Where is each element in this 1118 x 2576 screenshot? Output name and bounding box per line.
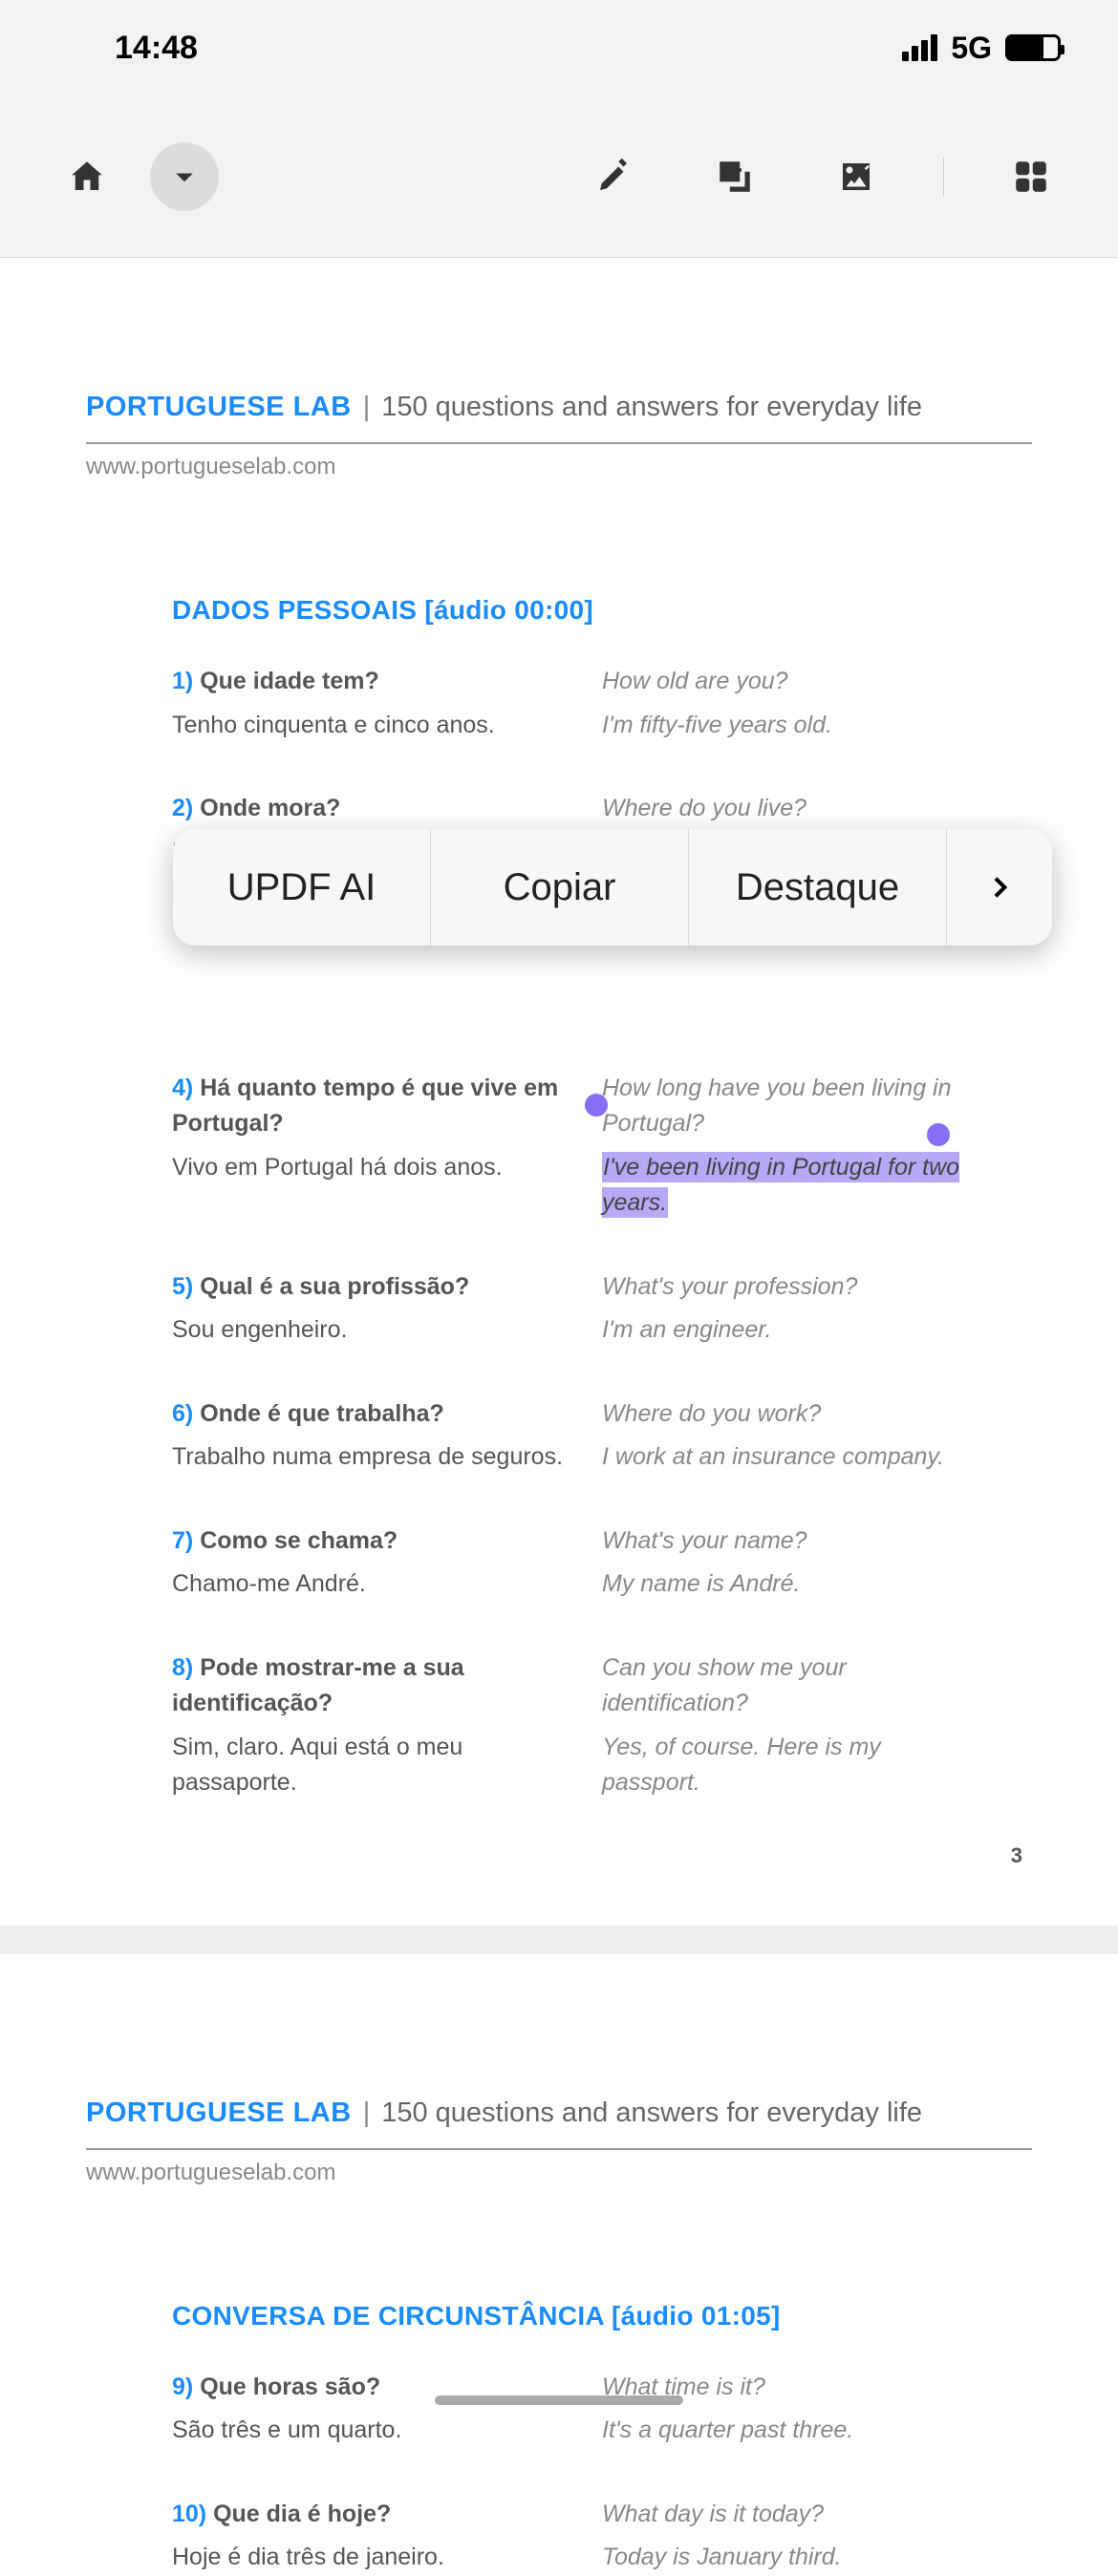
qa-row: 5) Qual é a sua profissão? Sou engenheir…	[172, 1269, 1032, 1349]
eq-text: What day is it today?	[602, 2497, 965, 2533]
qa-row: 4) Há quanto tempo é que vive em Portuga…	[172, 1071, 1032, 1222]
ea-text: I work at an insurance company.	[602, 1439, 965, 1476]
sticker-button[interactable]	[822, 142, 891, 211]
eq-text: How old are you?	[602, 664, 965, 700]
qa-row: 8) Pode mostrar-me a sua identificação? …	[172, 1650, 1032, 1801]
dropdown-button[interactable]	[150, 142, 219, 211]
highlighter-icon	[593, 157, 634, 197]
status-right: 5G	[902, 31, 1061, 66]
ea-text: I'm fifty-five years old.	[602, 708, 965, 744]
context-menu: UPDF AI Copiar Destaque	[173, 829, 1052, 946]
home-button[interactable]	[53, 142, 121, 211]
q-num: 1)	[172, 668, 193, 694]
eq-text: Can you show me your identification?	[602, 1650, 965, 1722]
doc-hr	[86, 442, 1032, 444]
q-text: Como se chama?	[200, 1527, 398, 1554]
ea-text: I'm an engineer.	[602, 1312, 965, 1349]
q-text: Qual é a sua profissão?	[200, 1273, 469, 1300]
doc-url: www.portugueselab.com	[86, 454, 1032, 480]
ctx-copy-button[interactable]: Copiar	[431, 829, 689, 946]
qa-row: 6) Onde é que trabalha? Trabalho numa em…	[172, 1396, 1032, 1476]
home-icon	[67, 157, 107, 197]
qa-row	[172, 954, 1032, 1023]
chevron-right-icon	[984, 872, 1015, 903]
status-bar: 14:48 5G	[0, 0, 1118, 96]
q-num: 8)	[172, 1654, 193, 1681]
a-text: Sim, claro. Aqui está o meu passaporte.	[172, 1730, 583, 1801]
doc-header: PORTUGUESE LAB | 150 questions and answe…	[86, 392, 1032, 423]
q-text: Pode mostrar-me a sua identificação?	[172, 1654, 464, 1717]
image-text-button[interactable]	[700, 142, 769, 211]
doc-url: www.portugueselab.com	[86, 2160, 1032, 2186]
highlighter-button[interactable]	[579, 142, 648, 211]
toolbar-divider	[943, 158, 944, 196]
ea-text: Yes, of course. Here is my passport.	[602, 1730, 965, 1801]
eq-text: What's your profession?	[602, 1269, 965, 1306]
q-text: Onde mora?	[200, 795, 340, 821]
chevron-down-icon	[164, 157, 204, 197]
eq-text: Where do you live?	[602, 791, 965, 827]
doc-brand: PORTUGUESE LAB	[86, 392, 352, 423]
eq-text: Where do you work?	[602, 1396, 965, 1433]
a-text: Vivo em Portugal há dois anos.	[172, 1150, 583, 1186]
ctx-highlight-button[interactable]: Destaque	[689, 829, 947, 946]
qa-row: 9) Que horas são? São três e um quarto. …	[172, 2370, 1032, 2449]
doc-brand: PORTUGUESE LAB	[86, 2097, 352, 2129]
selection-handle-start[interactable]	[585, 1094, 608, 1117]
document-area[interactable]: PORTUGUESE LAB | 150 questions and answe…	[0, 258, 1118, 2576]
ea-text: My name is André.	[602, 1566, 965, 1603]
page-gap	[0, 1926, 1118, 1954]
eq-text: How long have you been living in Portuga…	[602, 1071, 965, 1142]
q-num: 5)	[172, 1273, 193, 1300]
q-num: 2)	[172, 795, 193, 821]
section-title: DADOS PESSOAIS [áudio 00:00]	[172, 595, 1032, 626]
q-num: 10)	[172, 2501, 206, 2527]
doc-subtitle: 150 questions and answers for everyday l…	[381, 2097, 922, 2129]
doc-header: PORTUGUESE LAB | 150 questions and answe…	[86, 2097, 1032, 2129]
qa-row: 7) Como se chama? Chamo-me André. What's…	[172, 1523, 1032, 1603]
status-time: 14:48	[115, 30, 198, 67]
apps-button[interactable]	[997, 142, 1065, 211]
page-number: 3	[1011, 1843, 1022, 1868]
q-text: Que horas são?	[200, 2374, 380, 2400]
sticker-icon	[836, 157, 876, 197]
q-text: Que idade tem?	[200, 668, 379, 694]
eq-text: What's your name?	[602, 1523, 965, 1560]
doc-hr	[86, 2148, 1032, 2150]
home-indicator[interactable]	[435, 2395, 683, 2405]
selection-handle-end[interactable]	[927, 1123, 950, 1146]
doc-sep: |	[363, 392, 371, 423]
q-num: 9)	[172, 2374, 193, 2400]
qa-row: 1) Que idade tem? Tenho cinquenta e cinc…	[172, 664, 1032, 743]
toolbar	[0, 96, 1118, 258]
ctx-ai-button[interactable]: UPDF AI	[173, 829, 431, 946]
section-title: CONVERSA DE CIRCUNSTÂNCIA [áudio 01:05]	[172, 2301, 1032, 2331]
network-type: 5G	[951, 31, 992, 66]
document-page: PORTUGUESE LAB | 150 questions and answe…	[0, 287, 1118, 1926]
q-num: 4)	[172, 1075, 193, 1101]
image-text-icon	[715, 157, 755, 197]
document-page: PORTUGUESE LAB | 150 questions and answe…	[0, 1954, 1118, 2576]
q-num: 6)	[172, 1400, 193, 1427]
a-text: Chamo-me André.	[172, 1566, 583, 1603]
q-num: 7)	[172, 1527, 193, 1554]
ea-text: Today is January third.	[602, 2540, 965, 2576]
q-text: Que dia é hoje?	[213, 2501, 391, 2527]
doc-sep: |	[363, 2097, 371, 2129]
ea-text-highlighted[interactable]: I've been living in Portugal for two yea…	[602, 1150, 965, 1222]
ctx-more-button[interactable]	[947, 829, 1052, 946]
qa-row: 10) Que dia é hoje? Hoje é dia três de j…	[172, 2497, 1032, 2576]
a-text: Trabalho numa empresa de seguros.	[172, 1439, 583, 1476]
q-text: Há quanto tempo é que vive em Portugal?	[172, 1075, 558, 1138]
q-text: Onde é que trabalha?	[200, 1400, 444, 1427]
doc-subtitle: 150 questions and answers for everyday l…	[381, 392, 922, 423]
a-text: Hoje é dia três de janeiro.	[172, 2540, 583, 2576]
a-text: Sou engenheiro.	[172, 1312, 583, 1349]
a-text: Tenho cinquenta e cinco anos.	[172, 708, 583, 744]
battery-icon	[1005, 34, 1061, 61]
signal-icon	[902, 34, 937, 61]
apps-icon	[1011, 157, 1051, 197]
